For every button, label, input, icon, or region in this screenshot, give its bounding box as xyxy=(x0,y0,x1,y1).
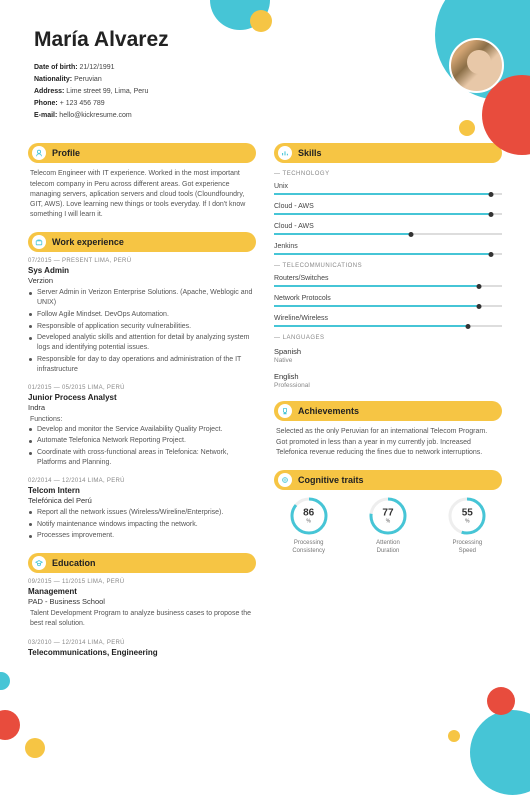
job-bullet: Responsible of application security vuln… xyxy=(29,322,256,332)
job-bullet: Server Admin in Verizon Enterprise Solut… xyxy=(29,288,256,308)
edu-title: Management xyxy=(28,587,256,596)
job-title: Telcom Intern xyxy=(28,486,256,495)
edu-title: Telecommunications, Engineering xyxy=(28,648,256,657)
skill-bar xyxy=(274,325,502,327)
skill-item: Jenkins xyxy=(274,243,502,255)
skill-group-label: — TECHNOLOGY xyxy=(274,171,502,177)
achievements-text: Selected as the only Peruvian for an int… xyxy=(274,427,502,457)
brain-icon xyxy=(278,473,292,487)
job-bullet: Notify maintenance windows impacting the… xyxy=(29,520,256,530)
section-work: Work experience xyxy=(28,232,256,252)
job-bullet: Report all the network issues (Wireless/… xyxy=(29,508,256,518)
skill-bar xyxy=(274,285,502,287)
job-title: Junior Process Analyst xyxy=(28,393,256,402)
skill-item: Network Protocols xyxy=(274,295,502,307)
trait-value: 86% xyxy=(303,507,314,524)
section-cognitive: Cognitive traits xyxy=(274,470,502,490)
address: Address: Lime street 99, Lima, Peru xyxy=(34,86,496,98)
avatar xyxy=(449,38,504,93)
skill-item: Cloud - AWS xyxy=(274,223,502,235)
skill-name: Network Protocols xyxy=(274,295,502,302)
job-company: Indra xyxy=(28,403,256,412)
trophy-icon xyxy=(278,404,292,418)
trait-item: 86% ProcessingConsistency xyxy=(274,496,343,556)
skill-group-label: — TELECOMMUNICATIONS xyxy=(274,263,502,269)
job-bullet: Responsible for day to day operations an… xyxy=(29,355,256,375)
job-meta: 02/2014 — 12/2014 LIMA, PERÚ xyxy=(28,478,256,484)
skills-icon xyxy=(278,146,292,160)
job-bullet: Processes improvement. xyxy=(29,531,256,541)
edu-meta: 03/2010 — 12/2014 LIMA, PERÚ xyxy=(28,640,256,646)
edu-school: PAD - Business School xyxy=(28,597,256,606)
job-entry: 02/2014 — 12/2014 LIMA, PERÚ Telcom Inte… xyxy=(28,478,256,541)
section-education: Education xyxy=(28,553,256,573)
job-company: Telefónica del Perú xyxy=(28,496,256,505)
phone: Phone: + 123 456 789 xyxy=(34,98,496,110)
skill-item: Routers/Switches xyxy=(274,275,502,287)
trait-ring: 86% xyxy=(289,496,329,536)
profile-text: Telecom Engineer with IT experience. Wor… xyxy=(28,169,256,220)
language-item: SpanishNative xyxy=(274,347,502,364)
trait-ring: 77% xyxy=(368,496,408,536)
skill-name: Jenkins xyxy=(274,243,502,250)
job-title: Sys Admin xyxy=(28,266,256,275)
language-level: Professional xyxy=(274,382,502,389)
skill-bar xyxy=(274,193,502,195)
edu-entry: 03/2010 — 12/2014 LIMA, PERÚ Telecommuni… xyxy=(28,640,256,657)
skill-name: Routers/Switches xyxy=(274,275,502,282)
trait-label: AttentionDuration xyxy=(353,540,422,556)
education-icon xyxy=(32,556,46,570)
section-profile: Profile xyxy=(28,143,256,163)
person-name: María Alvarez xyxy=(34,28,496,52)
job-bullet: Follow Agile Mindset. DevOps Automation. xyxy=(29,310,256,320)
skill-name: Unix xyxy=(274,183,502,190)
trait-item: 55% ProcessingSpeed xyxy=(433,496,502,556)
section-achievements: Achievements xyxy=(274,401,502,421)
job-company: Verzion xyxy=(28,276,256,285)
job-bullet: Develop and monitor the Service Availabi… xyxy=(29,425,256,435)
job-meta: 01/2015 — 05/2015 LIMA, PERÚ xyxy=(28,385,256,391)
profile-icon xyxy=(32,146,46,160)
skill-name: Wireline/Wireless xyxy=(274,315,502,322)
briefcase-icon xyxy=(32,235,46,249)
skill-bar xyxy=(274,253,502,255)
job-bullet: Developed analytic skills and attention … xyxy=(29,333,256,353)
trait-label: ProcessingConsistency xyxy=(274,540,343,556)
job-entry: 07/2015 — PRESENT LIMA, PERÚ Sys Admin V… xyxy=(28,258,256,374)
trait-item: 77% AttentionDuration xyxy=(353,496,422,556)
language-item: EnglishProfessional xyxy=(274,372,502,389)
nationality: Nationality: Peruvian xyxy=(34,74,496,86)
job-meta: 07/2015 — PRESENT LIMA, PERÚ xyxy=(28,258,256,264)
job-bullet: Coordinate with cross-functional areas i… xyxy=(29,448,256,468)
dob: Date of birth: 21/12/1991 xyxy=(34,62,496,74)
language-level: Native xyxy=(274,357,502,364)
skill-item: Unix xyxy=(274,183,502,195)
edu-meta: 09/2015 — 11/2015 LIMA, PERÚ xyxy=(28,579,256,585)
edu-entry: 09/2015 — 11/2015 LIMA, PERÚ Management … xyxy=(28,579,256,629)
skill-name: Cloud - AWS xyxy=(274,203,502,210)
trait-ring: 55% xyxy=(447,496,487,536)
skill-item: Wireline/Wireless xyxy=(274,315,502,327)
languages-subhead: — LANGUAGES xyxy=(274,335,502,341)
trait-label: ProcessingSpeed xyxy=(433,540,502,556)
skill-name: Cloud - AWS xyxy=(274,223,502,230)
job-bullet: Automate Telefonica Network Reporting Pr… xyxy=(29,436,256,446)
language-name: English xyxy=(274,372,502,381)
skill-bar xyxy=(274,213,502,215)
trait-value: 55% xyxy=(462,507,473,524)
skill-bar xyxy=(274,233,502,235)
section-skills: Skills xyxy=(274,143,502,163)
email: E-mail: hello@kickresume.com xyxy=(34,110,496,122)
language-name: Spanish xyxy=(274,347,502,356)
trait-value: 77% xyxy=(382,507,393,524)
skill-bar xyxy=(274,305,502,307)
job-entry: 01/2015 — 05/2015 LIMA, PERÚ Junior Proc… xyxy=(28,385,256,468)
skill-item: Cloud - AWS xyxy=(274,203,502,215)
